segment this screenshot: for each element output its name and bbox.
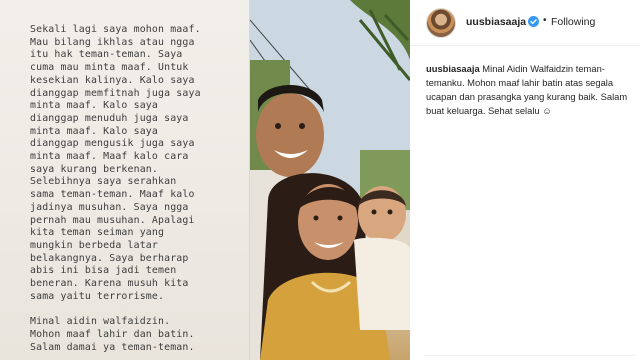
post-media: Sekali lagi saya mohon maaf. Mau bilang i…	[0, 0, 410, 360]
quote-line: dianggap menuduh juga saya	[30, 112, 189, 124]
quote-line: Minal aidin walfaidzin.	[30, 316, 171, 328]
sidebar-divider	[424, 355, 636, 356]
quote-line: pernah mau musuhan. Apalagi	[30, 214, 195, 226]
quote-line: minta maaf. Kalo saya	[30, 100, 159, 112]
quote-line: Sekali lagi saya mohon maaf.	[30, 24, 201, 35]
quote-line: abis ini bisa jadi temen	[30, 265, 177, 277]
quote-line: beneran. Karena musuh kita	[30, 278, 189, 290]
post-header: uusbiasaaja • Following	[410, 0, 640, 46]
quote-line: Mau bilang ikhlas atau ngga	[30, 36, 195, 48]
profile-avatar[interactable]	[426, 8, 456, 38]
quote-line: sama yaitu terrorisme.	[30, 290, 165, 302]
quote-line: jadinya musuhan. Saya ngga	[30, 201, 189, 213]
verified-badge-icon	[528, 16, 539, 27]
quote-line: minta maaf. Kalo saya	[30, 125, 159, 137]
family-photo	[250, 0, 410, 360]
image-text-panel: Sekali lagi saya mohon maaf. Mau bilang i…	[0, 0, 250, 360]
quote-line: mungkin berbeda latar	[30, 239, 159, 251]
username-link[interactable]: uusbiasaaja	[466, 16, 526, 28]
caption-username-link[interactable]: uusbiasaaja	[426, 63, 480, 74]
quote-line: itu hak teman-teman. Saya	[30, 49, 183, 61]
quote-line: cuma mau minta maaf. Untuk	[30, 62, 189, 74]
quote-line: belakangnya. Saya berharap	[30, 252, 189, 264]
quote-line: minta maaf. Maaf kalo cara	[30, 151, 189, 163]
quote-paragraph-gap	[30, 303, 248, 316]
post-caption: uusbiasaaja Minal Aidin Walfaidzin teman…	[426, 62, 636, 118]
photo-illustration	[250, 0, 410, 360]
quote-line: dianggap memfitnah juga saya	[30, 87, 201, 99]
quote-line: kesekian kalinya. Kalo saya	[30, 74, 195, 86]
quote-line: kita teman seiman yang	[30, 227, 165, 239]
header-separator: •	[543, 15, 547, 26]
quote-line: saya kurang berkenan.	[30, 163, 159, 175]
post-sidebar: uusbiasaaja • Following uusbiasaaja Mina…	[410, 0, 640, 360]
quote-line: Selebihnya saya serahkan	[30, 176, 177, 188]
quote-line: Mohon maaf lahir dan batin.	[30, 328, 195, 340]
quote-line: sama teman-teman. Maaf kalo	[30, 189, 195, 201]
image-quote-text: Sekali lagi saya mohon maaf. Mau bilang i…	[30, 24, 248, 354]
quote-line: Salam damai ya teman-teman.	[30, 341, 195, 353]
following-button[interactable]: Following	[551, 16, 595, 28]
quote-line: dianggap mengusik juga saya	[30, 138, 195, 150]
